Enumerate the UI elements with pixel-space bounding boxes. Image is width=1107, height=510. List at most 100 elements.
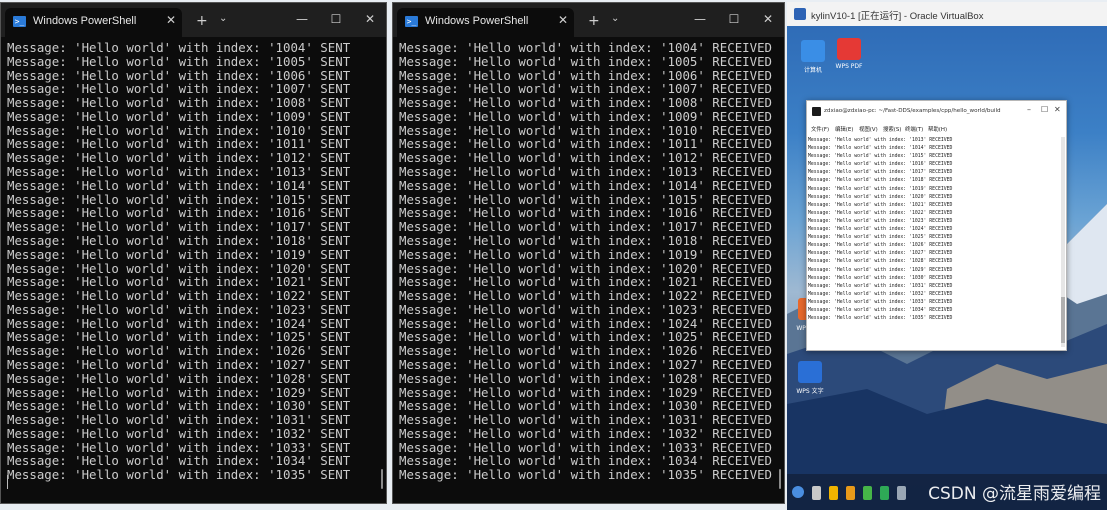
output-line: Message: 'Hello world' with index: '1031… — [808, 283, 953, 289]
virtualbox-icon — [794, 8, 806, 20]
wps-pdf-icon[interactable] — [837, 38, 861, 60]
output-line: Message: 'Hello world' with index: '1031… — [7, 412, 351, 428]
output-line: Message: 'Hello world' with index: '1007… — [7, 81, 351, 97]
guest-terminal-window[interactable]: zdxiao@zdxiao-pc: ~/Fast-DDS/examples/cp… — [806, 100, 1067, 351]
terminal-output[interactable]: Message: 'Hello world' with index: '1004… — [7, 41, 376, 482]
output-line: Message: 'Hello world' with index: '1032… — [399, 425, 772, 441]
folder-icon[interactable] — [829, 486, 838, 500]
close-icon[interactable]: ✕ — [356, 9, 384, 29]
wps-writer-icon[interactable] — [798, 361, 822, 383]
virtualbox-window[interactable]: kylinV10-1 [正在运行] - Oracle VirtualBox 计算… — [787, 2, 1107, 510]
output-line: Message: 'Hello world' with index: '1034… — [7, 453, 351, 469]
terminal-output[interactable]: Message: 'Hello world' with index: '1004… — [399, 41, 774, 482]
output-line: Message: 'Hello world' with index: '1005… — [399, 53, 772, 69]
output-line: Message: 'Hello world' with index: '1010… — [7, 122, 351, 138]
output-line: Message: 'Hello world' with index: '1022… — [808, 210, 953, 216]
output-line: Message: 'Hello world' with index: '1005… — [7, 53, 351, 69]
scrollbar[interactable] — [779, 469, 781, 489]
output-line: Message: 'Hello world' with index: '1027… — [399, 356, 772, 372]
watermark: CSDN @流星雨爱编程 — [928, 484, 1101, 504]
minimize-icon[interactable]: — — [288, 9, 316, 29]
output-line: Message: 'Hello world' with index: '1028… — [808, 259, 953, 265]
close-icon[interactable]: ✕ — [1054, 105, 1061, 114]
output-line: Message: 'Hello world' with index: '1013… — [808, 138, 953, 143]
output-line: Message: 'Hello world' with index: '1008… — [7, 95, 351, 111]
output-line: Message: 'Hello world' with index: '1004… — [7, 40, 351, 55]
close-icon[interactable]: ✕ — [754, 9, 782, 29]
output-line: Message: 'Hello world' with index: '1020… — [7, 260, 351, 276]
output-line: Message: 'Hello world' with index: '1034… — [808, 307, 953, 313]
output-line: Message: 'Hello world' with index: '1013… — [399, 164, 772, 180]
powershell-window-receiver[interactable]: >_ Windows PowerShell ✕ + ⌄ — ☐ ✕ Messag… — [392, 2, 785, 504]
powershell-icon: >_ — [13, 16, 26, 27]
output-line: Message: 'Hello world' with index: '1032… — [7, 425, 351, 441]
output-line: Message: 'Hello world' with index: '1006… — [399, 67, 772, 83]
terminal-output[interactable]: Message: 'Hello world' with index: '1013… — [807, 137, 1060, 350]
output-line: Message: 'Hello world' with index: '1012… — [399, 150, 772, 166]
minimize-icon[interactable]: – — [1027, 105, 1031, 114]
output-line: Message: 'Hello world' with index: '1023… — [7, 301, 351, 317]
output-line: Message: 'Hello world' with index: '1019… — [399, 246, 772, 262]
output-line: Message: 'Hello world' with index: '1028… — [399, 370, 772, 386]
title-bar[interactable]: kylinV10-1 [正在运行] - Oracle VirtualBox — [787, 2, 1107, 27]
output-line: Message: 'Hello world' with index: '1015… — [7, 191, 351, 207]
tab-powershell[interactable]: >_ Windows PowerShell ✕ — [397, 8, 574, 37]
output-line: Message: 'Hello world' with index: '1035… — [7, 467, 351, 483]
terminal-title-bar[interactable]: zdxiao@zdxiao-pc: ~/Fast-DDS/examples/cp… — [807, 101, 1066, 123]
new-tab-icon[interactable]: + — [196, 13, 208, 29]
tab-powershell[interactable]: >_ Windows PowerShell ✕ — [5, 8, 182, 37]
output-line: Message: 'Hello world' with index: '1025… — [399, 329, 772, 345]
tab-title: Windows PowerShell — [425, 15, 529, 27]
output-line: Message: 'Hello world' with index: '1030… — [808, 275, 953, 281]
menu-item[interactable]: 帮助(H) — [928, 125, 947, 133]
output-line: Message: 'Hello world' with index: '1008… — [399, 95, 772, 111]
app-icon[interactable] — [897, 486, 906, 500]
output-line: Message: 'Hello world' with index: '1034… — [399, 453, 772, 469]
output-line: Message: 'Hello world' with index: '1015… — [808, 154, 953, 160]
output-line: Message: 'Hello world' with index: '1024… — [399, 315, 772, 331]
output-line: Message: 'Hello world' with index: '1021… — [7, 274, 351, 290]
output-line: Message: 'Hello world' with index: '1029… — [7, 384, 351, 400]
menu-item[interactable]: 终端(T) — [905, 125, 923, 133]
maximize-icon[interactable]: ☐ — [720, 9, 748, 29]
new-tab-icon[interactable]: + — [588, 13, 600, 29]
output-line: Message: 'Hello world' with index: '1017… — [7, 219, 351, 235]
app-icon[interactable] — [846, 486, 855, 500]
scrollbar[interactable] — [381, 469, 383, 489]
app-icon[interactable] — [880, 486, 889, 500]
close-tab-icon[interactable]: ✕ — [166, 13, 176, 27]
text-cursor — [7, 475, 8, 489]
output-line: Message: 'Hello world' with index: '1009… — [399, 108, 772, 124]
menu-item[interactable]: 编辑(E) — [835, 125, 853, 133]
computer-icon[interactable] — [801, 40, 825, 62]
close-tab-icon[interactable]: ✕ — [558, 13, 568, 27]
powershell-icon: >_ — [405, 16, 418, 27]
maximize-icon[interactable]: ☐ — [322, 9, 350, 29]
output-line: Message: 'Hello world' with index: '1020… — [399, 260, 772, 276]
chevron-down-icon[interactable]: ⌄ — [219, 13, 227, 24]
file-manager-icon[interactable] — [812, 486, 821, 500]
guest-desktop[interactable]: 计算机WPS PDFWPS 演示WPS 文字 zdxiao@zdxiao-pc:… — [787, 26, 1107, 510]
minimize-icon[interactable]: — — [686, 9, 714, 29]
output-line: Message: 'Hello world' with index: '1017… — [808, 170, 953, 176]
title-bar[interactable]: >_ Windows PowerShell ✕ + ⌄ — ☐ ✕ — [393, 3, 784, 37]
start-menu-icon[interactable] — [792, 486, 804, 498]
output-line: Message: 'Hello world' with index: '1009… — [7, 108, 351, 124]
powershell-window-sender[interactable]: >_ Windows PowerShell ✕ + ⌄ — ☐ ✕ Messag… — [0, 2, 387, 504]
output-line: Message: 'Hello world' with index: '1014… — [399, 177, 772, 193]
menu-item[interactable]: 文件(F) — [811, 125, 829, 133]
title-bar[interactable]: >_ Windows PowerShell ✕ + ⌄ — ☐ ✕ — [1, 3, 386, 37]
maximize-icon[interactable]: ☐ — [1041, 105, 1048, 114]
scrollbar-thumb[interactable] — [1061, 297, 1065, 343]
output-line: Message: 'Hello world' with index: '1029… — [808, 267, 953, 273]
chevron-down-icon[interactable]: ⌄ — [611, 13, 619, 24]
scrollbar[interactable] — [1061, 137, 1065, 347]
menu-item[interactable]: 视图(V) — [859, 125, 878, 133]
tab-title: Windows PowerShell — [33, 15, 137, 27]
output-line: Message: 'Hello world' with index: '1033… — [7, 439, 351, 455]
menu-item[interactable]: 搜索(S) — [883, 125, 901, 133]
output-line: Message: 'Hello world' with index: '1011… — [7, 136, 351, 152]
output-line: Message: 'Hello world' with index: '1026… — [399, 343, 772, 359]
browser-icon[interactable] — [863, 486, 872, 500]
desktop-icon-label: WPS 文字 — [796, 388, 824, 395]
